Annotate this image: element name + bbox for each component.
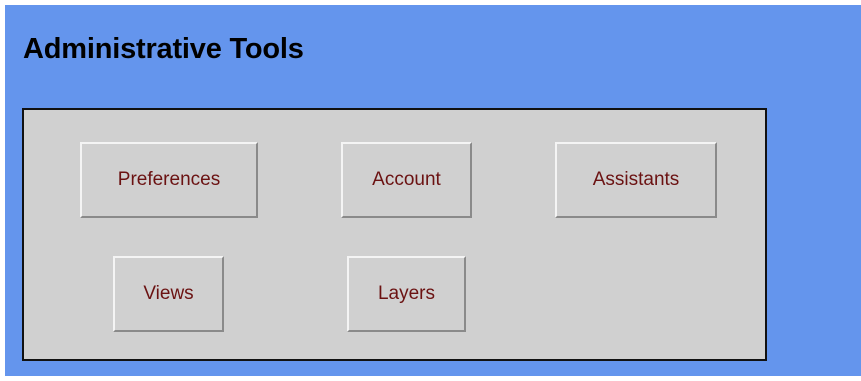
layers-button[interactable]: Layers (347, 256, 466, 332)
admin-tools-page: Administrative Tools Preferences Account… (5, 5, 861, 376)
assistants-button[interactable]: Assistants (555, 142, 717, 218)
account-button[interactable]: Account (341, 142, 472, 218)
tools-panel: Preferences Account Assistants Views Lay… (22, 108, 767, 361)
views-button[interactable]: Views (113, 256, 224, 332)
preferences-button[interactable]: Preferences (80, 142, 258, 218)
preferences-button-label: Preferences (117, 169, 221, 190)
account-button-label: Account (372, 169, 441, 190)
views-button-label: Views (143, 283, 194, 304)
assistants-button-label: Assistants (592, 169, 680, 190)
layers-button-label: Layers (377, 283, 436, 304)
page-title: Administrative Tools (23, 33, 304, 65)
